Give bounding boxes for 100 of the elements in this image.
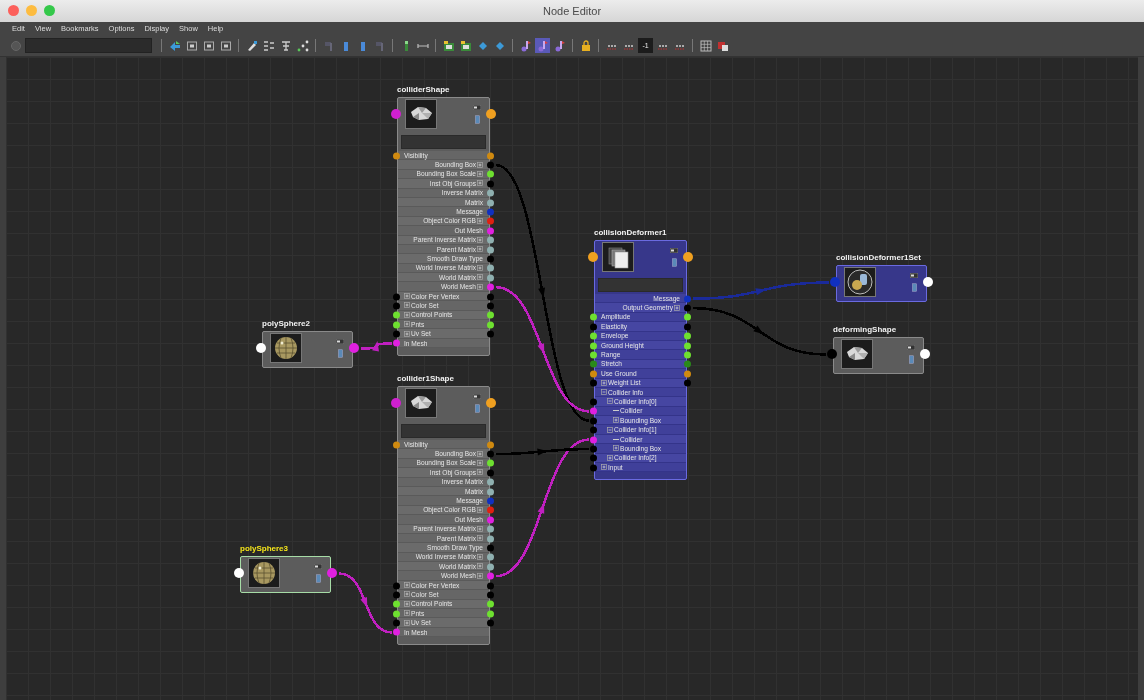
layer-icon[interactable] [337, 349, 343, 358]
port-dot[interactable] [590, 445, 597, 453]
port-dot[interactable] [590, 398, 597, 406]
plus-box-icon[interactable] [477, 459, 483, 466]
port-dot[interactable] [487, 441, 494, 449]
port-dot[interactable] [684, 313, 691, 321]
minus-box-icon[interactable] [607, 398, 613, 405]
port-dot[interactable] [588, 252, 598, 263]
plus-box-icon[interactable] [607, 454, 613, 461]
plus-box-icon[interactable] [477, 180, 483, 187]
tool-button[interactable] [184, 38, 199, 54]
plus-box-icon[interactable] [477, 572, 483, 579]
node-card[interactable] [594, 240, 687, 481]
plus-box-icon[interactable] [404, 610, 410, 617]
port-dot[interactable] [487, 469, 494, 477]
plus-box-icon[interactable] [477, 506, 483, 513]
node-card[interactable] [397, 386, 490, 646]
port-dot[interactable] [487, 321, 494, 329]
port-dot[interactable] [256, 343, 266, 354]
tool-button[interactable] [261, 38, 276, 54]
port-dot[interactable] [393, 591, 400, 599]
port-dot[interactable] [487, 572, 494, 580]
port-dot[interactable] [684, 295, 691, 303]
layer-icon[interactable] [911, 283, 917, 292]
port-dot[interactable] [393, 600, 400, 608]
port-dot[interactable] [487, 246, 494, 254]
port-dot[interactable] [590, 332, 597, 340]
tool-button[interactable] [698, 38, 713, 54]
minus-box-icon[interactable] [607, 426, 613, 433]
port-dot[interactable] [391, 398, 401, 409]
port-dot[interactable] [486, 398, 496, 409]
port-dot[interactable] [684, 351, 691, 359]
port-dot[interactable] [487, 311, 494, 319]
port-dot[interactable] [487, 170, 494, 178]
port-dot[interactable] [393, 441, 400, 449]
port-dot[interactable] [487, 255, 494, 263]
port-dot[interactable] [487, 478, 494, 486]
filter-field[interactable] [598, 278, 683, 292]
port-dot[interactable] [391, 109, 401, 120]
port-dot[interactable] [923, 277, 933, 288]
port-dot[interactable] [487, 274, 494, 282]
port-dot[interactable] [684, 323, 691, 331]
port-dot[interactable] [393, 302, 400, 310]
port-dot[interactable] [487, 227, 494, 235]
plus-box-icon[interactable] [477, 525, 483, 532]
port-dot[interactable] [393, 629, 400, 636]
port-dot[interactable] [590, 342, 597, 350]
port-dot[interactable] [487, 330, 494, 338]
port-dot[interactable] [590, 351, 597, 359]
plus-box-icon[interactable] [404, 330, 410, 337]
node-card[interactable] [262, 331, 353, 368]
port-dot[interactable] [487, 208, 494, 216]
port-dot[interactable] [590, 436, 597, 444]
port-dot[interactable] [487, 582, 494, 590]
port-dot[interactable] [684, 332, 691, 340]
toggle-icon[interactable] [336, 339, 344, 344]
port-dot[interactable] [393, 330, 400, 338]
tool-button[interactable] [295, 38, 310, 54]
tool-button[interactable] [458, 38, 473, 54]
layer-icon[interactable] [908, 355, 914, 364]
plus-box-icon[interactable] [613, 445, 619, 452]
plus-box-icon[interactable] [477, 264, 483, 271]
port-dot[interactable] [487, 283, 494, 291]
plus-box-icon[interactable] [613, 417, 619, 424]
port-dot[interactable] [487, 516, 494, 524]
port-dot[interactable] [487, 199, 494, 207]
port-dot[interactable] [393, 311, 400, 319]
port-dot[interactable] [487, 525, 494, 533]
plus-box-icon[interactable] [477, 236, 483, 243]
plus-box-icon[interactable] [601, 379, 607, 386]
port-dot[interactable] [487, 450, 494, 458]
plus-box-icon[interactable] [477, 274, 483, 281]
port-dot[interactable] [487, 600, 494, 608]
port-dot[interactable] [393, 340, 400, 347]
tool-button[interactable] [441, 38, 456, 54]
minus-box-icon[interactable] [601, 389, 607, 396]
layer-icon[interactable] [474, 115, 480, 124]
plus-box-icon[interactable] [477, 553, 483, 560]
port-dot[interactable] [684, 304, 691, 312]
port-dot[interactable] [487, 488, 494, 496]
port-dot[interactable] [590, 370, 597, 378]
plus-box-icon[interactable] [404, 293, 410, 300]
port-dot[interactable] [590, 313, 597, 321]
close-button[interactable] [8, 5, 19, 17]
port-dot[interactable] [487, 591, 494, 599]
plus-box-icon[interactable] [404, 311, 410, 318]
port-dot[interactable] [684, 379, 691, 387]
plus-box-icon[interactable] [477, 217, 483, 224]
node-card[interactable] [397, 97, 490, 357]
node-card[interactable] [833, 337, 924, 374]
plus-box-icon[interactable] [477, 563, 483, 570]
plus-box-icon[interactable] [404, 600, 410, 607]
plus-box-icon[interactable] [477, 170, 483, 177]
node-card[interactable] [836, 265, 927, 302]
toggle-icon[interactable] [473, 394, 481, 399]
port-dot[interactable] [487, 610, 494, 618]
plus-box-icon[interactable] [477, 246, 483, 253]
port-dot[interactable] [920, 349, 930, 360]
plus-box-icon[interactable] [477, 535, 483, 542]
port-dot[interactable] [590, 360, 597, 368]
